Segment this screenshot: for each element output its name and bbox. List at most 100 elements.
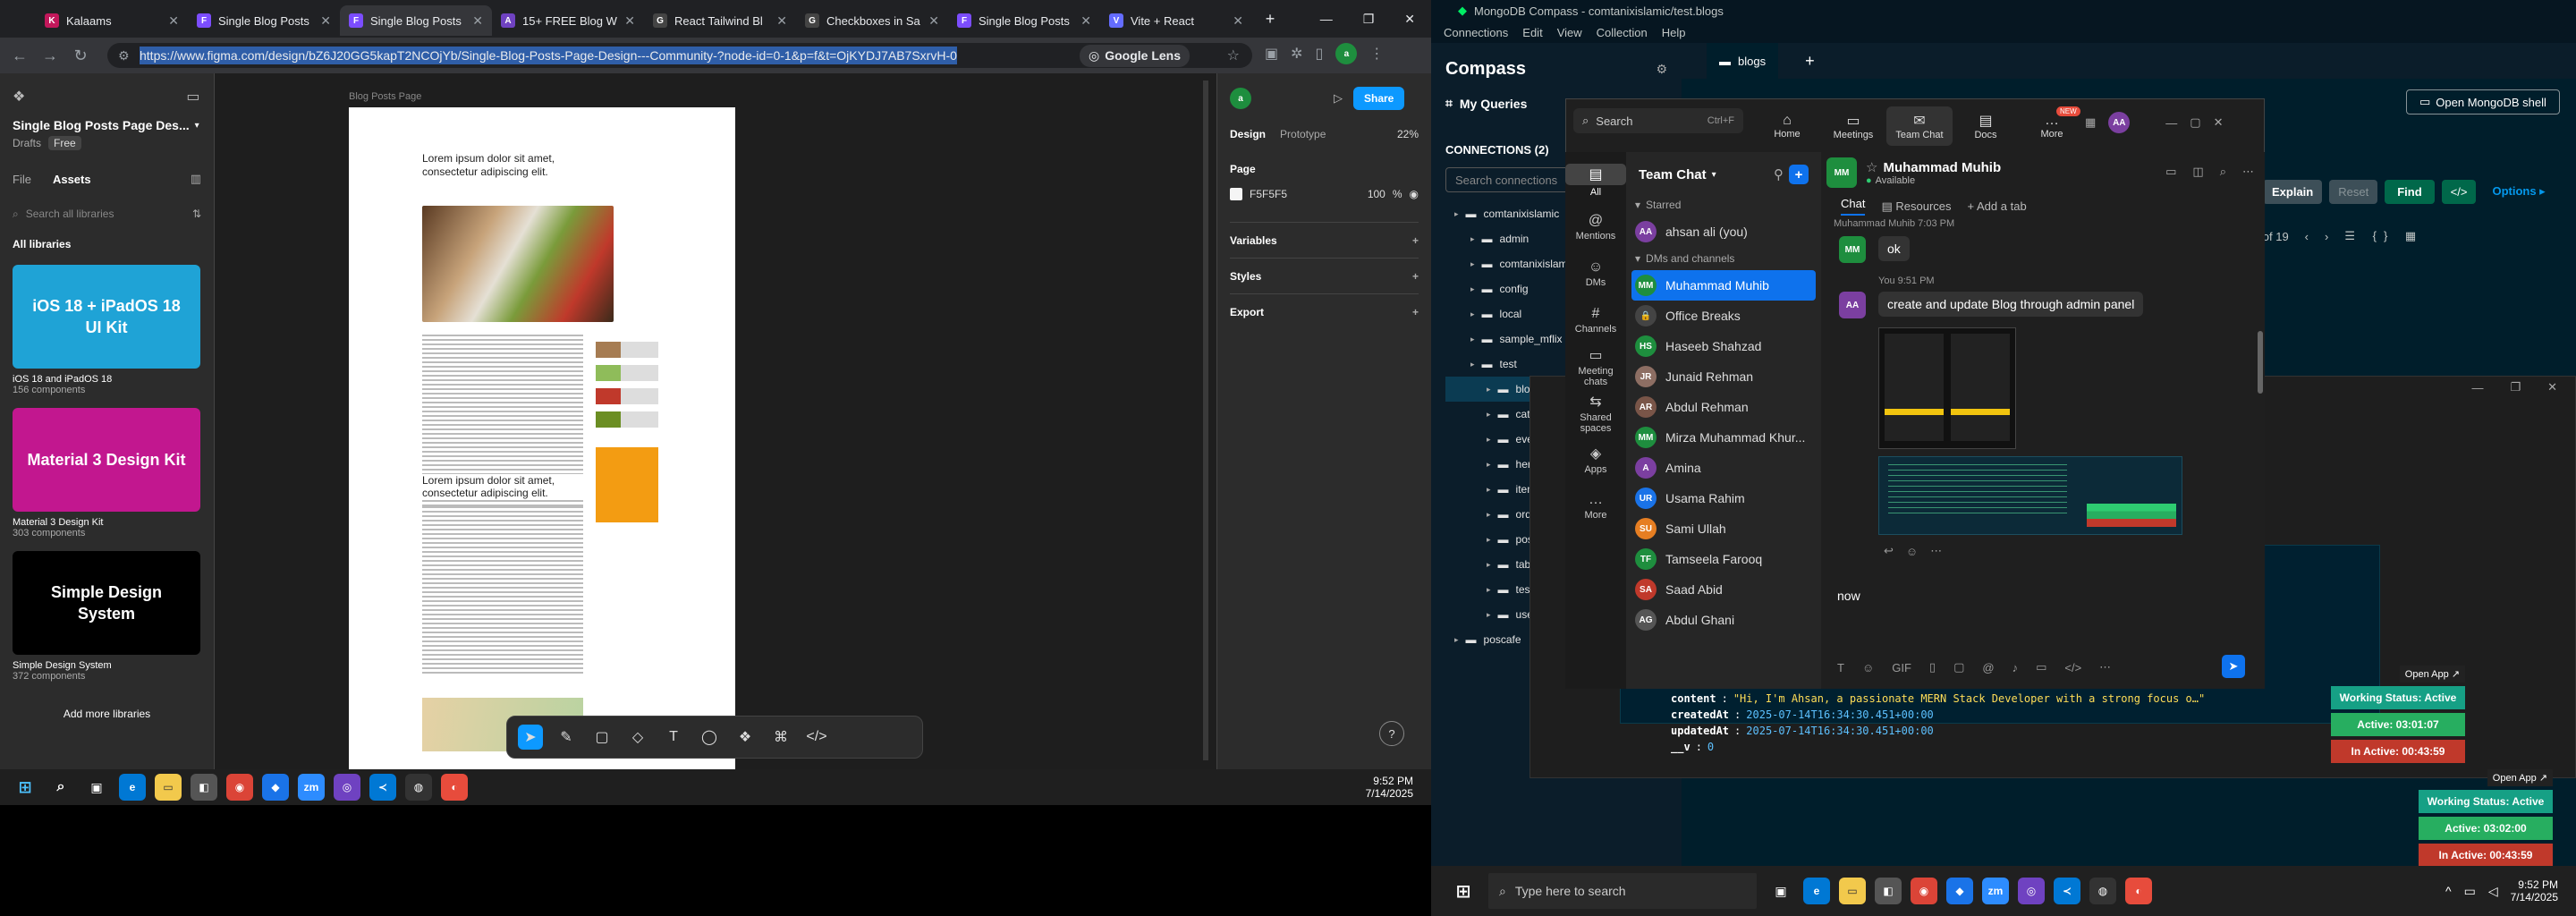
document-field[interactable]: updatedAt:2025-07-14T16:34:30.451+00:00 xyxy=(1671,725,2205,737)
bg-maximize-button[interactable]: ❐ xyxy=(2510,380,2521,394)
open-app-link[interactable]: Open App ↗ xyxy=(2487,769,2553,786)
network-icon[interactable]: ▭ xyxy=(2464,884,2476,899)
extension-icon[interactable]: ▣ xyxy=(1265,45,1278,63)
explain-button[interactable]: Explain xyxy=(2263,179,2323,204)
menu-item[interactable]: Connections xyxy=(1444,26,1508,39)
tab-assets[interactable]: Assets xyxy=(53,173,91,186)
emoji-icon[interactable]: ☺ xyxy=(1862,661,1874,674)
page-color-value[interactable]: F5F5F5 xyxy=(1250,188,1287,200)
tab-close-icon[interactable]: ✕ xyxy=(1080,13,1091,29)
file-explorer-icon[interactable]: ▭ xyxy=(1839,878,1866,904)
options-toggle[interactable]: Options ▸ xyxy=(2483,179,2554,204)
library-search[interactable]: ⌕ Search all libraries ⇅ xyxy=(13,202,201,225)
page-opacity-value[interactable]: 100 xyxy=(1368,188,1385,200)
tab-close-icon[interactable]: ✕ xyxy=(320,13,331,29)
code-tool-icon[interactable]: </> xyxy=(804,725,829,750)
new-tab-button[interactable]: + xyxy=(1258,6,1283,31)
message-composer[interactable]: now xyxy=(1837,589,1860,603)
team-minimize-button[interactable]: — xyxy=(2165,116,2177,130)
add-icon[interactable]: + xyxy=(1412,234,1419,247)
components-tool-icon[interactable]: ❖ xyxy=(733,725,758,750)
vscode-icon[interactable]: ≺ xyxy=(2054,878,2080,904)
rail-item[interactable]: ▤ All xyxy=(1565,157,1626,204)
settings-gear-icon[interactable]: ⚙ xyxy=(1656,62,1667,77)
menu-item[interactable]: Edit xyxy=(1522,26,1542,39)
code-icon[interactable]: </> xyxy=(2064,661,2081,674)
chat-item[interactable]: SU Sami Ullah xyxy=(1626,513,1821,544)
profile-avatar[interactable]: a xyxy=(1335,43,1358,64)
tab-file[interactable]: File xyxy=(13,173,31,186)
dev-mode-icon[interactable]: ⌘ xyxy=(768,725,793,750)
zoom-app-icon[interactable]: zm xyxy=(298,774,325,801)
chevron-down-icon[interactable]: ▾ xyxy=(1712,170,1716,180)
inspector-section[interactable]: Export + xyxy=(1230,293,1419,329)
tab-close-icon[interactable]: ✕ xyxy=(928,13,939,29)
bookmark-star-icon[interactable]: ☆ xyxy=(1227,47,1240,64)
code-attachment[interactable] xyxy=(1878,456,2182,535)
browser-tab[interactable]: A 15+ FREE Blog W ✕ xyxy=(492,5,644,36)
inspector-section[interactable]: Styles + xyxy=(1230,258,1419,293)
dms-heading[interactable]: ▾ DMs and channels xyxy=(1626,247,1821,270)
team-close-button[interactable]: ✕ xyxy=(2214,115,2224,130)
eye-icon[interactable]: ◉ xyxy=(1410,188,1419,200)
bg-close-button[interactable]: ✕ xyxy=(2547,380,2557,394)
format-icon[interactable]: T xyxy=(1837,661,1844,674)
reset-button[interactable]: Reset xyxy=(2329,179,2378,204)
browser-tab[interactable]: F Single Blog Posts ✕ xyxy=(340,5,492,36)
color-swatch[interactable] xyxy=(1230,188,1242,200)
rail-item[interactable]: @ Mentions xyxy=(1565,204,1626,250)
figma-layout-icon[interactable]: ▭ xyxy=(186,88,199,106)
prev-page-icon[interactable]: ‹ xyxy=(2305,230,2309,243)
file-explorer-icon[interactable]: ▭ xyxy=(155,774,182,801)
open-shell-button[interactable]: ▭ Open MongoDB shell xyxy=(2406,89,2560,114)
file-name[interactable]: Single Blog Posts Page Des... ▾ xyxy=(13,118,201,132)
chrome-icon[interactable]: ◉ xyxy=(226,774,253,801)
add-libraries-button[interactable]: Add more libraries xyxy=(13,701,201,726)
tray-chevron-icon[interactable]: ^ xyxy=(2445,884,2452,898)
tab-design[interactable]: Design xyxy=(1230,128,1266,140)
tab-add[interactable]: + Add a tab xyxy=(1968,199,2027,213)
canvas-scrollbar[interactable] xyxy=(1203,81,1208,760)
back-icon[interactable]: ← xyxy=(7,43,32,68)
screenshot-icon[interactable]: ▢ xyxy=(1953,660,1964,674)
rail-item[interactable]: … More xyxy=(1565,483,1626,530)
puzzle-icon[interactable]: ✲ xyxy=(1291,45,1302,63)
pen-tool-icon[interactable]: ✎ xyxy=(554,725,579,750)
emoji-react-icon[interactable]: ☺ xyxy=(1906,545,1918,558)
starred-heading[interactable]: ▾ Starred xyxy=(1626,193,1821,216)
task-view-icon[interactable]: ▣ xyxy=(1767,878,1794,904)
chat-scrollbar[interactable] xyxy=(2258,331,2263,394)
zoom-level[interactable]: 22% xyxy=(1397,128,1419,140)
view-toggle-icons[interactable]: ☰ {} ▦ xyxy=(2344,229,2423,243)
code-toggle-icon[interactable]: </> xyxy=(2441,179,2477,204)
minimize-button[interactable]: — xyxy=(1320,12,1333,26)
page-fill-row[interactable]: F5F5F5 100 % ◉ xyxy=(1230,188,1419,200)
find-button[interactable]: Find xyxy=(2385,179,2435,204)
rail-item[interactable]: ☺ DMs xyxy=(1565,250,1626,297)
site-info-icon[interactable]: ⚙ xyxy=(118,48,130,64)
obs-icon[interactable]: ◍ xyxy=(405,774,432,801)
video-clip-icon[interactable]: ▭ xyxy=(2036,660,2046,674)
document-field[interactable]: content: "Hi, I'm Ahsan, a passionate MER… xyxy=(1671,692,2205,705)
send-button[interactable]: ➤ xyxy=(2222,655,2245,678)
reload-icon[interactable]: ↻ xyxy=(68,43,93,68)
zoom-app-icon[interactable]: zm xyxy=(1982,878,2009,904)
document-field[interactable]: __v:0 xyxy=(1671,741,2205,753)
more-options-icon[interactable]: ⋯ xyxy=(2242,165,2254,179)
store-icon[interactable]: ◧ xyxy=(1875,878,1902,904)
chat-item[interactable]: TF Tamseela Farooq xyxy=(1626,544,1821,574)
present-icon[interactable]: ▷ xyxy=(1334,91,1343,106)
vscode-icon[interactable]: ≺ xyxy=(369,774,396,801)
screenshot-attachment[interactable] xyxy=(1878,327,2016,449)
screen-share-icon[interactable]: ◫ xyxy=(2192,165,2203,179)
add-icon[interactable]: + xyxy=(1412,270,1419,283)
chat-item[interactable]: A Amina xyxy=(1626,453,1821,483)
schedule-icon[interactable]: ▦ xyxy=(2085,115,2096,130)
chat-item[interactable]: AG Abdul Ghani xyxy=(1626,605,1821,635)
browser-tab[interactable]: G React Tailwind Bl ✕ xyxy=(644,5,796,36)
artboard-label[interactable]: Blog Posts Page xyxy=(349,91,421,102)
tab-prototype[interactable]: Prototype xyxy=(1280,128,1326,140)
chat-item[interactable]: SA Saad Abid xyxy=(1626,574,1821,605)
top-nav-item[interactable]: ⌂ Home xyxy=(1754,106,1820,146)
windows-start-icon[interactable]: ⊞ xyxy=(1450,878,1477,904)
